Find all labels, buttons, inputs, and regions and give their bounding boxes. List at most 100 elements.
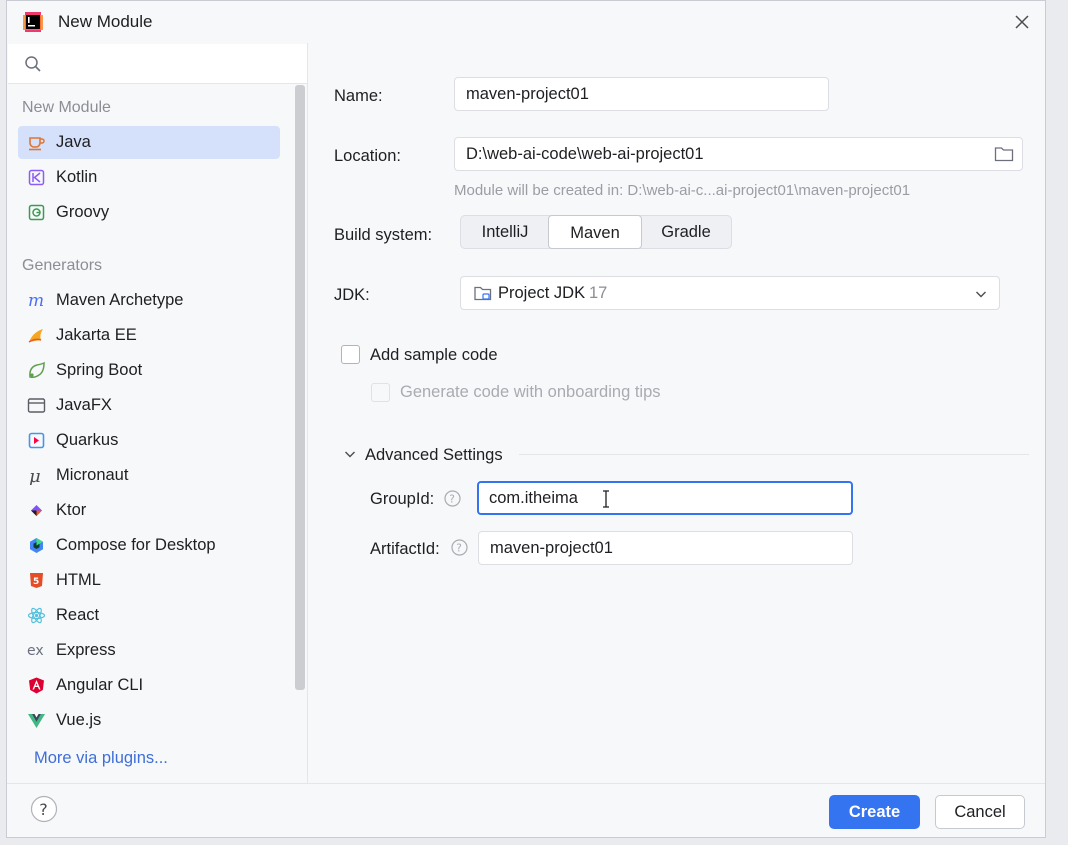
- location-label: Location:: [334, 147, 401, 165]
- sidebar-item-jakarta-ee[interactable]: Jakarta EE: [18, 319, 280, 352]
- build-option-gradle[interactable]: Gradle: [641, 216, 731, 248]
- sidebar-item-label: Maven Archetype: [56, 291, 184, 309]
- name-label: Name:: [334, 87, 383, 105]
- name-field[interactable]: maven-project01: [454, 77, 829, 111]
- create-button[interactable]: Create: [829, 795, 920, 829]
- sidebar-item-quarkus[interactable]: Quarkus: [18, 424, 280, 457]
- sidebar-item-label: Groovy: [56, 203, 110, 221]
- intellij-app-icon: [23, 12, 43, 32]
- svg-text:5: 5: [33, 577, 39, 587]
- groupid-label: GroupId:: [370, 490, 435, 508]
- chevron-down-icon[interactable]: [343, 447, 357, 461]
- artifactid-field[interactable]: maven-project01: [478, 531, 853, 565]
- sidebar-item-spring-boot[interactable]: Spring Boot: [18, 354, 280, 387]
- java-icon: [27, 133, 46, 152]
- jakarta-icon: [27, 326, 46, 345]
- text-cursor-icon: [603, 490, 609, 508]
- sidebar-item-label: JavaFX: [56, 396, 112, 414]
- groovy-icon: [27, 203, 46, 222]
- svg-text:?: ?: [39, 800, 48, 819]
- sidebar-item-compose-for-desktop[interactable]: Compose for Desktop: [18, 529, 280, 562]
- search-box: [8, 44, 307, 84]
- react-icon: [27, 606, 46, 625]
- jdk-dropdown[interactable]: Project JDK 17: [460, 276, 1000, 310]
- add-sample-code-checkbox[interactable]: [341, 345, 360, 364]
- sidebar-item-java[interactable]: Java: [18, 126, 280, 159]
- jdk-folder-icon: [474, 286, 492, 301]
- build-system-selector: IntelliJ Maven Gradle: [460, 215, 732, 249]
- groupid-field[interactable]: com.itheima: [477, 481, 853, 515]
- kotlin-icon: [27, 168, 46, 187]
- sidebar-item-label: Quarkus: [56, 431, 119, 449]
- angular-icon: [27, 676, 46, 695]
- sidebar-item-label: Vue.js: [56, 711, 102, 729]
- sidebar-item-label: React: [56, 606, 100, 624]
- maven-icon: m: [27, 291, 46, 311]
- spring-icon: [27, 361, 46, 380]
- svg-text:?: ?: [449, 494, 455, 506]
- vue-icon: [27, 711, 46, 730]
- build-option-maven[interactable]: Maven: [548, 215, 642, 249]
- svg-text:μ: μ: [29, 466, 41, 485]
- express-icon: ex: [27, 641, 46, 660]
- svg-text:ex: ex: [27, 643, 44, 659]
- sidebar-item-react[interactable]: React: [18, 599, 280, 632]
- svg-text:m: m: [28, 291, 44, 310]
- sidebar-item-javafx[interactable]: JavaFX: [18, 389, 280, 422]
- sidebar-item-label: Spring Boot: [56, 361, 143, 379]
- sidebar-item-html[interactable]: 5 HTML: [18, 564, 280, 597]
- jdk-value: Project JDK: [498, 284, 586, 302]
- new-module-dialog: New Module New Module Java Kotlin Groovy…: [6, 0, 1046, 838]
- location-field[interactable]: D:\web-ai-code\web-ai-project01: [454, 137, 1023, 171]
- add-sample-code-label: Add sample code: [370, 346, 498, 364]
- sidebar-item-label: Java: [56, 133, 91, 151]
- location-value: D:\web-ai-code\web-ai-project01: [466, 145, 704, 163]
- cancel-button[interactable]: Cancel: [935, 795, 1025, 829]
- location-hint: Module will be created in: D:\web-ai-c..…: [454, 182, 911, 199]
- advanced-settings-divider: [519, 454, 1029, 455]
- sidebar-item-micronaut[interactable]: μ Micronaut: [18, 459, 280, 492]
- help-button[interactable]: ?: [30, 795, 58, 823]
- sidebar-item-label: Jakarta EE: [56, 326, 137, 344]
- template-sidebar: New Module Java Kotlin Groovy Generators…: [7, 43, 308, 783]
- onboarding-tips-checkbox: [371, 383, 390, 402]
- compose-icon: [27, 536, 46, 555]
- more-via-plugins-link[interactable]: More via plugins...: [34, 749, 168, 768]
- ktor-icon: [27, 501, 46, 520]
- close-button[interactable]: [1011, 11, 1033, 33]
- sidebar-item-express[interactable]: ex Express: [18, 634, 280, 667]
- title-bar: New Module: [7, 1, 1045, 43]
- sidebar-item-ktor[interactable]: Ktor: [18, 494, 280, 527]
- html-icon: 5: [27, 571, 46, 590]
- sidebar-item-groovy[interactable]: Groovy: [18, 196, 280, 229]
- micronaut-icon: μ: [27, 466, 46, 487]
- sidebar-item-label: Ktor: [56, 501, 87, 519]
- sidebar-item-label: HTML: [56, 571, 101, 589]
- section-header-generators: Generators: [22, 257, 103, 274]
- folder-icon[interactable]: [994, 145, 1014, 163]
- sidebar-item-vuejs[interactable]: Vue.js: [18, 704, 280, 737]
- jdk-version: 17: [589, 284, 608, 302]
- sidebar-scrollbar[interactable]: [295, 85, 305, 690]
- onboarding-tips-label: Generate code with onboarding tips: [400, 383, 661, 401]
- sidebar-item-label: Micronaut: [56, 466, 129, 484]
- sidebar-item-angular-cli[interactable]: Angular CLI: [18, 669, 280, 702]
- help-circle-icon[interactable]: ?: [444, 490, 461, 507]
- jdk-label: JDK:: [334, 286, 370, 304]
- quarkus-icon: [27, 431, 46, 450]
- artifactid-label: ArtifactId:: [370, 540, 440, 558]
- chevron-down-icon: [976, 291, 986, 298]
- close-icon: [1015, 15, 1029, 29]
- advanced-settings-header[interactable]: Advanced Settings: [365, 446, 503, 465]
- dialog-title: New Module: [58, 12, 153, 31]
- sidebar-item-maven-archetype[interactable]: m Maven Archetype: [18, 284, 280, 317]
- section-header-new-module: New Module: [22, 99, 111, 116]
- svg-text:?: ?: [456, 543, 462, 555]
- build-system-label: Build system:: [334, 226, 433, 244]
- module-settings-form: Name: maven-project01 Location: D:\web-a…: [308, 43, 1045, 783]
- help-circle-icon[interactable]: ?: [451, 539, 468, 556]
- sidebar-item-kotlin[interactable]: Kotlin: [18, 161, 280, 194]
- sidebar-item-label: Express: [56, 641, 116, 659]
- build-option-intellij[interactable]: IntelliJ: [461, 216, 549, 248]
- search-input[interactable]: [52, 52, 296, 78]
